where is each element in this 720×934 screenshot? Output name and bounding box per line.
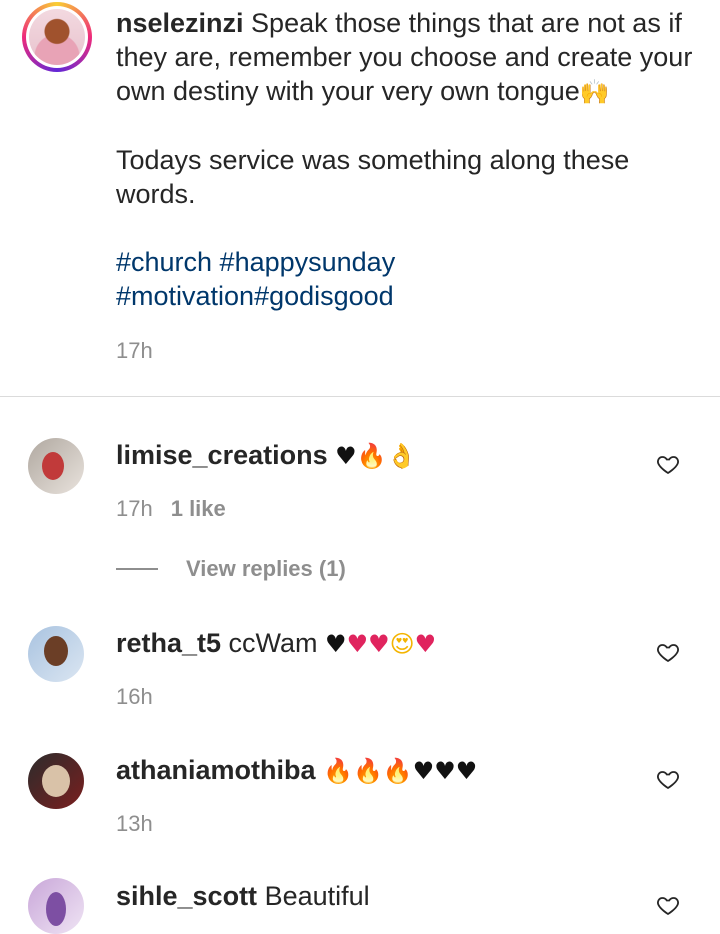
fire-emoji: 🔥 xyxy=(323,757,353,785)
commenter-username[interactable]: athaniamothiba xyxy=(116,755,316,785)
comment-timestamp: 16h xyxy=(116,684,153,709)
raised-hands-emoji: 🙌 xyxy=(579,78,610,106)
comment-meta: 17h 1 like xyxy=(116,496,226,522)
red-heart-emoji: ♥ xyxy=(368,630,390,658)
view-replies-button[interactable]: View replies (1) xyxy=(116,556,346,582)
red-heart-emoji: ♥ xyxy=(414,630,437,658)
commenter-username[interactable]: retha_t5 xyxy=(116,628,221,658)
view-replies-label[interactable]: View replies (1) xyxy=(186,556,346,582)
comment-timestamp: 13h xyxy=(116,811,153,836)
fire-emoji: 🔥 xyxy=(382,757,413,785)
commenter-username[interactable]: limise_creations xyxy=(116,440,328,470)
post-author-avatar[interactable] xyxy=(22,2,92,72)
comment-text xyxy=(316,755,324,785)
commenter-avatar[interactable] xyxy=(28,438,84,494)
divider xyxy=(0,396,720,397)
post-author-username[interactable]: nselezinzi xyxy=(116,8,244,38)
comment-row: limise_creations ♥🔥👌 xyxy=(116,438,416,473)
comment-likes[interactable]: 1 like xyxy=(171,496,226,521)
caption-second-paragraph: Todays service was something along these… xyxy=(116,145,630,209)
heart-outline-icon[interactable] xyxy=(656,640,680,664)
replies-line xyxy=(116,568,158,570)
black-heart-emoji: ♥ xyxy=(325,630,347,658)
post-timestamp: 17h xyxy=(116,338,153,363)
heart-outline-icon[interactable] xyxy=(656,767,680,791)
ok-hand-emoji: 👌 xyxy=(386,442,417,470)
commenter-username[interactable]: sihle_scott xyxy=(116,881,257,911)
comment-text: Beautiful xyxy=(257,881,370,911)
comment-row: sihle_scott Beautiful xyxy=(116,879,370,913)
red-heart-emoji: ♥ xyxy=(346,630,369,658)
fire-emoji: 🔥 xyxy=(356,442,387,470)
black-heart-emoji: ♥ xyxy=(335,442,357,470)
hashtags-line-1[interactable]: #church #happysunday xyxy=(116,247,395,277)
comment-meta: 13h xyxy=(116,811,153,837)
heart-eyes-emoji: 😍 xyxy=(389,630,415,658)
comment-meta: 16h xyxy=(116,684,153,710)
commenter-avatar[interactable] xyxy=(28,753,84,809)
black-heart-emoji: ♥ xyxy=(434,757,456,785)
hashtags-line-2[interactable]: #motivation#godisgood xyxy=(116,281,394,311)
comment-row: retha_t5 ccWam ♥♥♥😍♥ xyxy=(116,626,436,661)
black-heart-emoji: ♥ xyxy=(412,757,435,785)
post-caption: nselezinzi Speak those things that are n… xyxy=(116,6,696,313)
heart-outline-icon[interactable] xyxy=(656,452,680,476)
commenter-avatar[interactable] xyxy=(28,878,84,934)
comment-timestamp: 17h xyxy=(116,496,153,521)
black-heart-emoji: ♥ xyxy=(455,757,478,785)
commenter-avatar[interactable] xyxy=(28,626,84,682)
fire-emoji: 🔥 xyxy=(352,757,383,785)
heart-outline-icon[interactable] xyxy=(656,893,680,917)
comment-row: athaniamothiba 🔥🔥🔥♥♥♥ xyxy=(116,753,477,788)
comment-text: ccWam xyxy=(221,628,326,658)
